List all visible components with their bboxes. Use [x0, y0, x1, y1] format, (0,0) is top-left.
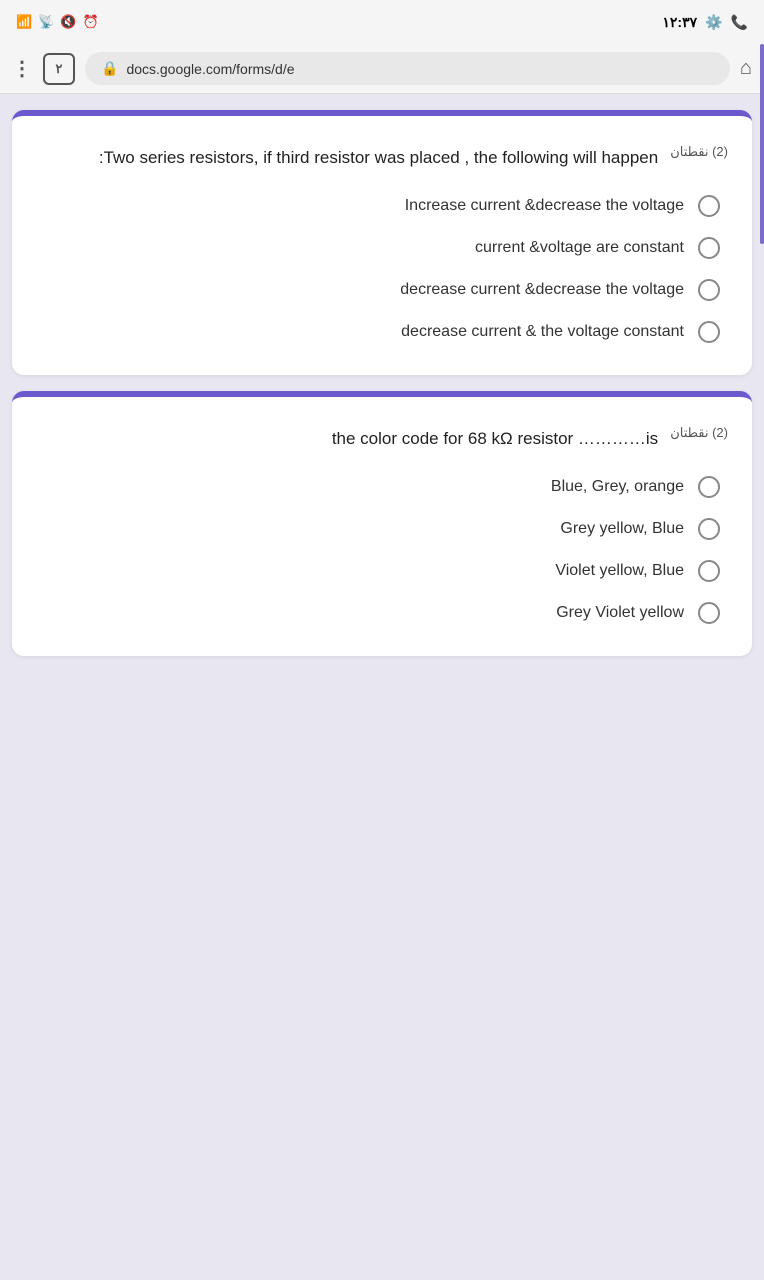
- lock-icon: 🔒: [101, 60, 118, 77]
- menu-dots[interactable]: ⋮: [12, 56, 33, 81]
- home-icon[interactable]: ⌂: [740, 57, 752, 80]
- option-label-1-2: current &voltage are constant: [475, 239, 684, 257]
- option-label-1-1: Increase current &decrease the voltage: [405, 197, 684, 215]
- options-list-1: Increase current &decrease the voltage c…: [36, 195, 728, 343]
- scroll-indicator: [760, 44, 764, 244]
- browser-bar: ⋮ ٢ 🔒 docs.google.com/forms/d/e ⌂: [0, 44, 764, 94]
- settings-icon: ⚙️: [705, 14, 722, 31]
- radio-2-3[interactable]: [698, 560, 720, 582]
- phone-icon: 📞: [731, 14, 748, 31]
- option-1-2[interactable]: current &voltage are constant: [36, 237, 728, 259]
- points-label-2: (2) نقطتان: [670, 425, 728, 441]
- url-text: docs.google.com/forms/d/e: [126, 61, 294, 77]
- option-label-2-2: Grey yellow, Blue: [560, 520, 684, 538]
- question-header-2: (2) نقطتان the color code for 68 kΩ resi…: [36, 425, 728, 452]
- option-2-4[interactable]: Grey Violet yellow: [36, 602, 728, 624]
- option-label-2-3: Violet yellow, Blue: [555, 562, 684, 580]
- question-text-2: the color code for 68 kΩ resistor …………is: [36, 425, 658, 452]
- tab-counter[interactable]: ٢: [43, 53, 75, 85]
- signal-icon: 📶: [16, 14, 32, 30]
- option-label-1-3: decrease current &decrease the voltage: [400, 281, 684, 299]
- option-1-3[interactable]: decrease current &decrease the voltage: [36, 279, 728, 301]
- alarm-icon: ⏰: [83, 14, 99, 30]
- radio-2-4[interactable]: [698, 602, 720, 624]
- radio-1-2[interactable]: [698, 237, 720, 259]
- radio-2-2[interactable]: [698, 518, 720, 540]
- status-icons: 📶 📡 🔇 ⏰: [16, 14, 99, 30]
- radio-1-3[interactable]: [698, 279, 720, 301]
- clock: ١٢:٣٧: [662, 14, 697, 31]
- wifi-icon: 📡: [38, 14, 54, 30]
- status-right: 📞 ⚙️ ١٢:٣٧: [662, 14, 748, 31]
- radio-1-4[interactable]: [698, 321, 720, 343]
- url-bar[interactable]: 🔒 docs.google.com/forms/d/e: [85, 52, 730, 85]
- question-card-1: (2) نقطتان Two series resistors, if thir…: [12, 110, 752, 375]
- option-2-3[interactable]: Violet yellow, Blue: [36, 560, 728, 582]
- mute-icon: 🔇: [60, 14, 76, 30]
- page-content: (2) نقطتان Two series resistors, if thir…: [0, 94, 764, 1280]
- status-bar: 📶 📡 🔇 ⏰ 📞 ⚙️ ١٢:٣٧: [0, 0, 764, 44]
- option-label-2-1: Blue, Grey, orange: [551, 478, 684, 496]
- option-label-1-4: decrease current & the voltage constant: [401, 323, 684, 341]
- options-list-2: Blue, Grey, orange Grey yellow, Blue Vio…: [36, 476, 728, 624]
- question-header-1: (2) نقطتان Two series resistors, if thir…: [36, 144, 728, 171]
- radio-1-1[interactable]: [698, 195, 720, 217]
- option-label-2-4: Grey Violet yellow: [556, 604, 684, 622]
- option-1-4[interactable]: decrease current & the voltage constant: [36, 321, 728, 343]
- option-2-2[interactable]: Grey yellow, Blue: [36, 518, 728, 540]
- points-label-1: (2) نقطتان: [670, 144, 728, 160]
- option-1-1[interactable]: Increase current &decrease the voltage: [36, 195, 728, 217]
- radio-2-1[interactable]: [698, 476, 720, 498]
- question-text-1: Two series resistors, if third resistor …: [36, 144, 658, 171]
- question-card-2: (2) نقطتان the color code for 68 kΩ resi…: [12, 391, 752, 656]
- option-2-1[interactable]: Blue, Grey, orange: [36, 476, 728, 498]
